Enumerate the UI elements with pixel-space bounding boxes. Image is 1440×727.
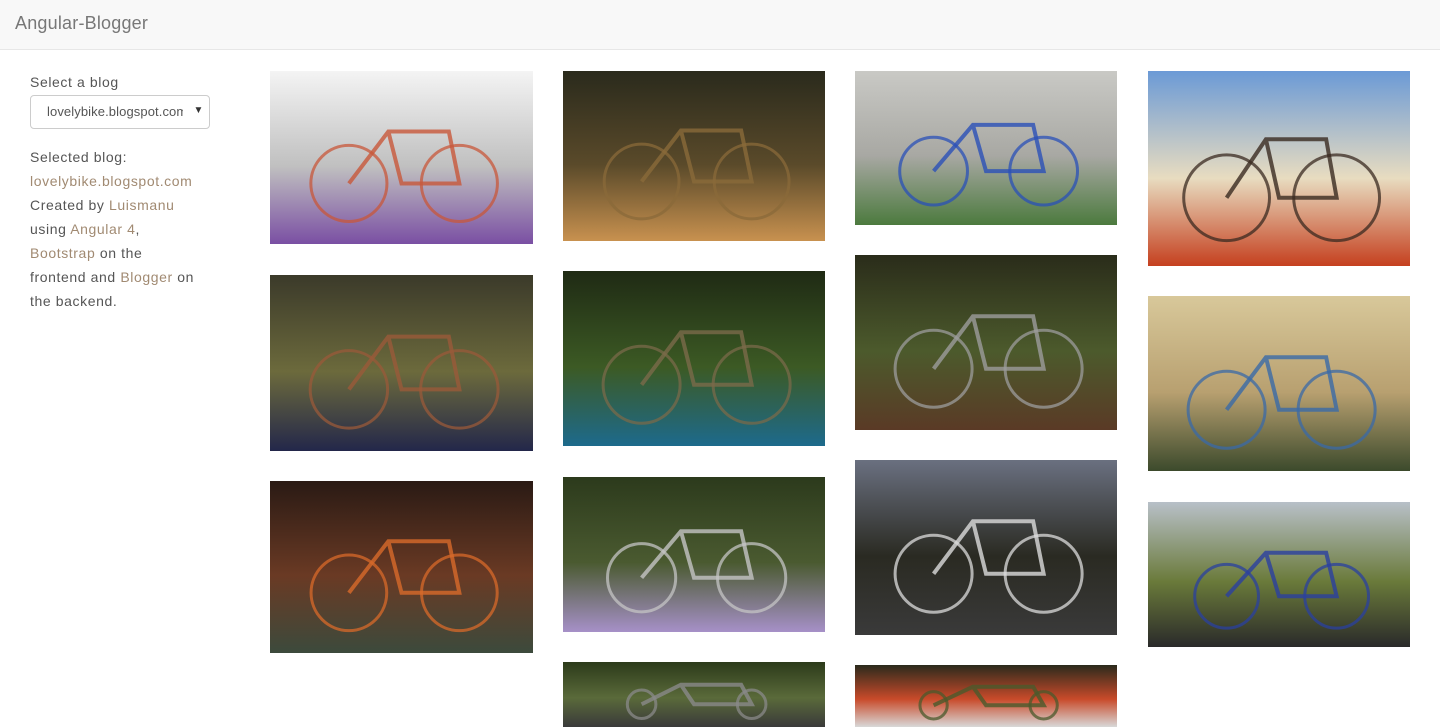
gallery-photo[interactable]: [563, 477, 825, 632]
backend-text: the backend.: [30, 293, 118, 309]
gallery-photo[interactable]: [563, 71, 825, 241]
irish-pub-building-image: [1148, 71, 1410, 266]
gallery-photo[interactable]: [855, 460, 1117, 635]
on-the-text: on the: [99, 245, 143, 261]
blog-select-value: lovelybike.blogspot.com: [47, 104, 183, 119]
gallery-photo[interactable]: [1148, 71, 1410, 266]
woman-adjusting-bike-bag-image: [270, 275, 533, 451]
teal-bicycle-frame-image: [563, 271, 825, 446]
woman-with-wicker-basket-image: [563, 71, 825, 241]
brand-link[interactable]: Angular-Blogger: [15, 13, 148, 34]
blogger-link[interactable]: Blogger: [120, 269, 172, 285]
blog-info: Selected blog: lovelybike.blogspot.com C…: [30, 145, 215, 313]
gallery-photo[interactable]: [270, 275, 533, 451]
top-navbar: Angular-Blogger: [0, 0, 1440, 50]
created-by-text: Created by: [30, 197, 105, 213]
green-bicycle-with-wine-bottle-image: [270, 481, 533, 653]
author-link[interactable]: Luismanu: [109, 197, 175, 213]
two-bicycles-against-wall-image: [855, 71, 1117, 225]
angular-link[interactable]: Angular 4: [70, 221, 135, 237]
gallery-photo[interactable]: [270, 481, 533, 653]
sketch-of-four-cyclists-image: [270, 71, 533, 244]
gallery-photo[interactable]: [270, 71, 533, 244]
bicycle-light-closeup-image: [855, 665, 1117, 727]
comma: ,: [135, 221, 141, 237]
dropdown-caret-icon: ▼: [193, 105, 204, 116]
selected-blog-link[interactable]: lovelybike.blogspot.com: [30, 173, 192, 189]
country-road-with-cottage-image: [855, 460, 1117, 635]
bootstrap-link[interactable]: Bootstrap: [30, 245, 95, 261]
select-blog-label: Select a blog: [30, 74, 119, 90]
bicycle-in-woods-image: [855, 255, 1117, 430]
bicycle-wheel-closeup-image: [563, 662, 825, 727]
gallery-photo[interactable]: [855, 255, 1117, 430]
gallery-photo[interactable]: [855, 71, 1117, 225]
gallery-photo[interactable]: [855, 665, 1117, 727]
cyclist-at-sunset-coast-image: [1148, 502, 1410, 647]
lavender-bicycle-frame-image: [563, 477, 825, 632]
sidebar: Select a blog lovelybike.blogspot.com ▼ …: [30, 72, 215, 313]
gallery-photo[interactable]: [1148, 296, 1410, 471]
using-text: using: [30, 221, 67, 237]
frontend-and-text: frontend and: [30, 269, 116, 285]
knitted-socks-on-bike-image: [1148, 296, 1410, 471]
gallery-photo[interactable]: [563, 662, 825, 727]
selected-blog-label: Selected blog:: [30, 149, 128, 165]
on-text: on: [177, 269, 195, 285]
gallery-photo[interactable]: [563, 271, 825, 446]
gallery-photo[interactable]: [1148, 502, 1410, 647]
blog-select[interactable]: lovelybike.blogspot.com ▼: [30, 95, 210, 129]
